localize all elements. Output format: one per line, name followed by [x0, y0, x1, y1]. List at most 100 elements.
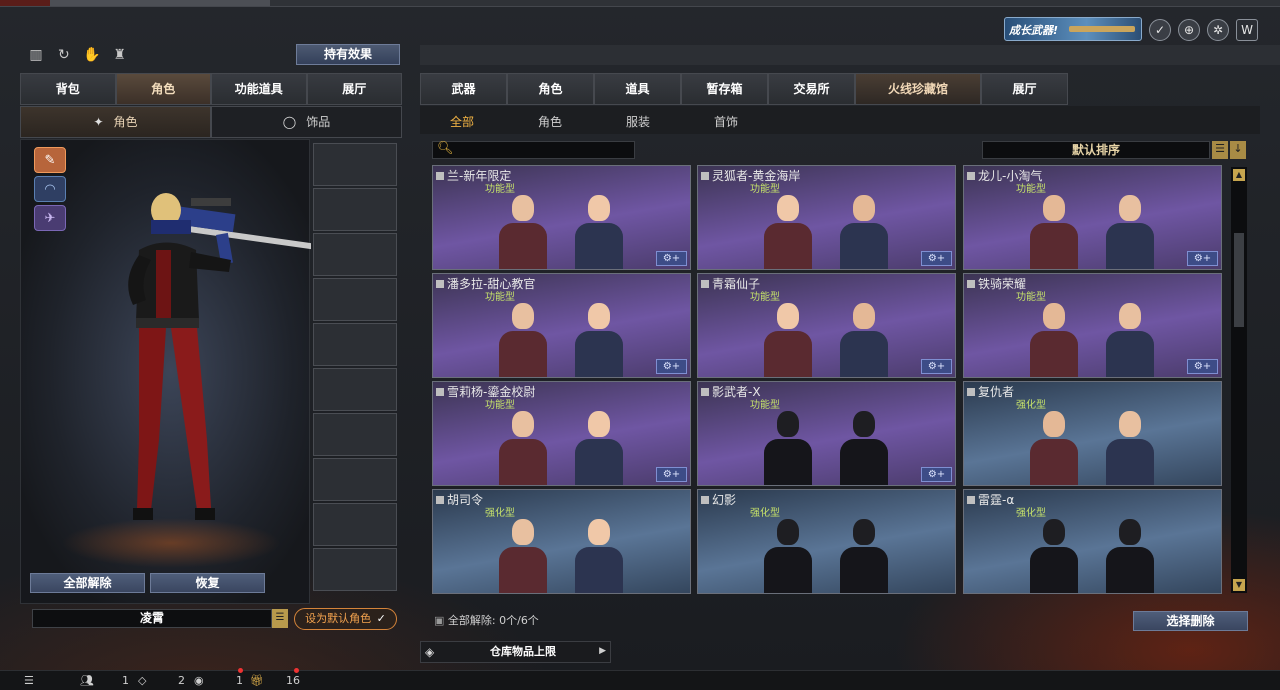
character-portrait: [571, 191, 627, 269]
shield-icon[interactable]: ◇: [138, 674, 146, 687]
checkbox-icon[interactable]: [967, 280, 975, 288]
equip-slot[interactable]: [313, 458, 397, 501]
list-view-icon[interactable]: ☰: [1212, 141, 1228, 159]
add-to-loadout-icon[interactable]: ⚙+: [921, 359, 952, 374]
list-icon[interactable]: ☰: [272, 609, 288, 628]
collection-card[interactable]: 潘多拉-甜心教官 功能型 ⚙+: [432, 273, 691, 378]
search-input[interactable]: 🔍︎: [432, 141, 635, 159]
rotate-icon[interactable]: ↻: [54, 45, 74, 65]
equip-slot[interactable]: [313, 278, 397, 321]
filter-all[interactable]: 全部: [450, 113, 474, 130]
equipment-slots: [313, 143, 397, 593]
checkbox-icon[interactable]: [701, 388, 709, 396]
add-to-loadout-icon[interactable]: ⚙+: [921, 467, 952, 482]
set-default-character-button[interactable]: 设为默认角色 ✓: [294, 608, 397, 630]
scroll-up-icon[interactable]: ▲: [1233, 169, 1245, 181]
checkbox-icon[interactable]: [967, 172, 975, 180]
crosshair-icon[interactable]: ⊕: [1178, 19, 1200, 41]
add-to-loadout-icon[interactable]: ⚙+: [1187, 359, 1218, 374]
tab-functional-items[interactable]: 功能道具: [211, 73, 307, 105]
tab-characters[interactable]: 角色: [507, 73, 594, 105]
equip-slot[interactable]: [313, 368, 397, 411]
filter-clothing[interactable]: 服装: [626, 113, 650, 130]
collection-card[interactable]: 兰-新年限定 功能型 ⚙+: [432, 165, 691, 270]
w-logo-icon[interactable]: W: [1236, 19, 1258, 41]
chat-icon[interactable]: ◉: [194, 674, 204, 687]
equip-slot[interactable]: [313, 143, 397, 186]
collection-card[interactable]: 铁骑荣耀 功能型 ⚙+: [963, 273, 1222, 378]
subtab-character[interactable]: ✦ 角色: [20, 106, 211, 138]
tab-items[interactable]: 道具: [594, 73, 681, 105]
add-to-loadout-icon[interactable]: ⚙+: [656, 359, 687, 374]
collection-card[interactable]: 青霜仙子 功能型 ⚙+: [697, 273, 956, 378]
collection-card[interactable]: 幻影 强化型: [697, 489, 956, 594]
tab-storage[interactable]: 暂存箱: [681, 73, 768, 105]
side-mask-icon[interactable]: ◠: [34, 176, 66, 202]
checkbox-icon[interactable]: [436, 496, 444, 504]
warehouse-limit-button[interactable]: ◈ 仓库物品上限 ▶: [420, 641, 611, 663]
tab-showroom[interactable]: 展厅: [306, 73, 402, 105]
right-top-bar: [420, 45, 1280, 65]
add-to-loadout-icon[interactable]: ⚙+: [656, 251, 687, 266]
tab-exchange[interactable]: 交易所: [768, 73, 855, 105]
tab-weapons[interactable]: 武器: [420, 73, 507, 105]
equip-slot[interactable]: [313, 188, 397, 231]
restore-button[interactable]: 恢复: [150, 573, 265, 593]
gear-icon[interactable]: ✲: [1207, 19, 1229, 41]
checkbox-icon[interactable]: [436, 388, 444, 396]
collection-card[interactable]: 龙儿-小淘气 功能型 ⚙+: [963, 165, 1222, 270]
equip-slot[interactable]: [313, 503, 397, 546]
checkbox-icon[interactable]: [967, 496, 975, 504]
side-role-icon[interactable]: ✎: [34, 147, 66, 173]
subtab-accessory[interactable]: ◯ 饰品: [211, 106, 402, 138]
checkbox-icon[interactable]: [436, 280, 444, 288]
collection-card[interactable]: 灵狐者-黄金海岸 功能型 ⚙+: [697, 165, 956, 270]
tab-collection[interactable]: 火线珍藏馆: [855, 73, 981, 105]
sort-dropdown[interactable]: 默认排序: [982, 141, 1210, 159]
collection-card[interactable]: 复仇者 强化型: [963, 381, 1222, 486]
collection-card[interactable]: 雷霆-α 强化型: [963, 489, 1222, 594]
tab-character[interactable]: 角色: [115, 73, 211, 105]
character-portrait: [571, 299, 627, 377]
collection-card[interactable]: 雪莉杨-鎏金校尉 功能型 ⚙+: [432, 381, 691, 486]
add-to-loadout-icon[interactable]: ⚙+: [656, 467, 687, 482]
menu-icon[interactable]: ☰: [24, 674, 34, 687]
tab-backpack[interactable]: 背包: [20, 73, 116, 105]
equip-slot[interactable]: [313, 413, 397, 456]
grid-scrollbar[interactable]: ▲ ▼: [1231, 167, 1247, 593]
character-portrait: [836, 299, 892, 377]
stats-icon[interactable]: ▥: [26, 45, 46, 65]
tab-showroom-right[interactable]: 展厅: [981, 73, 1068, 105]
side-wing-icon[interactable]: ✈: [34, 205, 66, 231]
character-name-field[interactable]: 凌霄: [32, 609, 272, 628]
shield-badge-icon[interactable]: ✓: [1149, 19, 1171, 41]
checkbox-icon[interactable]: [701, 172, 709, 180]
growth-weapon-banner[interactable]: 成长武器!: [1004, 17, 1142, 41]
equip-slot[interactable]: [313, 548, 397, 591]
checkbox-icon[interactable]: [967, 388, 975, 396]
equip-slot[interactable]: [313, 323, 397, 366]
warehouse-limit-label: 仓库物品上限: [490, 645, 556, 658]
unequip-all-button[interactable]: 全部解除: [30, 573, 145, 593]
filter-jewelry[interactable]: 首饰: [714, 113, 738, 130]
equip-slot[interactable]: [313, 233, 397, 276]
checkbox-icon[interactable]: [436, 172, 444, 180]
select-delete-button[interactable]: 选择删除: [1133, 611, 1248, 631]
scroll-thumb[interactable]: [1234, 233, 1244, 327]
add-to-loadout-icon[interactable]: ⚙+: [921, 251, 952, 266]
collection-card[interactable]: 影武者-X 功能型 ⚙+: [697, 381, 956, 486]
collection-card[interactable]: 胡司令 强化型: [432, 489, 691, 594]
checkbox-icon[interactable]: [701, 496, 709, 504]
character-portrait: [1102, 191, 1158, 269]
card-name-text: 胡司令: [447, 493, 484, 507]
checkbox-icon[interactable]: [701, 280, 709, 288]
bag-icon[interactable]: ♜: [109, 45, 129, 65]
pose-icon[interactable]: ✋: [82, 45, 102, 65]
scroll-down-icon[interactable]: ▼: [1233, 579, 1245, 591]
owned-effects-button[interactable]: 持有效果: [296, 44, 400, 65]
gift-icon[interactable]: 🎁︎: [250, 674, 264, 687]
add-to-loadout-icon[interactable]: ⚙+: [1187, 251, 1218, 266]
friends-icon[interactable]: 👥︎: [80, 674, 94, 687]
filter-characters[interactable]: 角色: [538, 113, 562, 130]
sort-direction-icon[interactable]: ↓: [1230, 141, 1246, 159]
